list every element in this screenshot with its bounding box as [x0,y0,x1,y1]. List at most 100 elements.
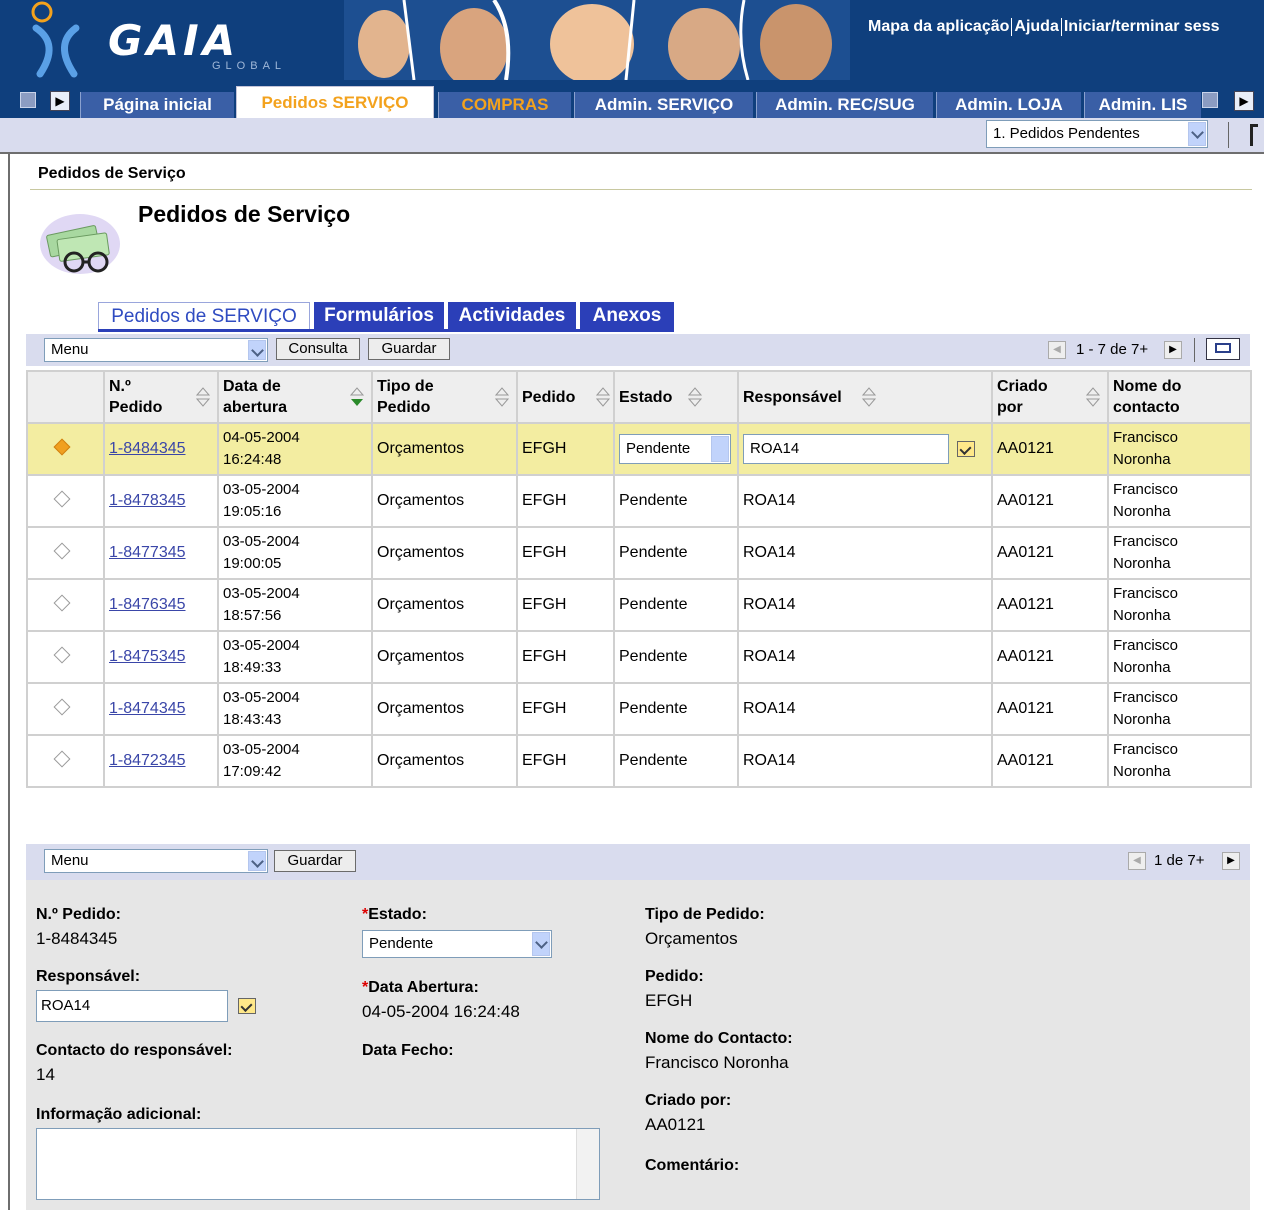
chevron-down-icon [248,851,266,871]
pick-responsible-icon[interactable] [957,441,975,457]
col-selector [26,370,105,424]
col-header-order[interactable]: Pedido [516,370,615,424]
tab-admin-store[interactable]: Admin. LOJA [936,92,1081,118]
subtab-attachments[interactable]: Anexos [580,302,674,330]
order-link[interactable]: 1-8476345 [109,596,186,613]
tab-admin-service[interactable]: Admin. SERVIÇO [574,92,753,118]
login-logout-link[interactable]: Iniciar/terminar sess [1064,18,1220,35]
table-row[interactable]: 1-8478345 03-05-2004 19:05:16 Orçamentos … [26,474,1252,528]
col-header-status[interactable]: Estado [613,370,739,424]
responsible: ROA14 [737,682,993,736]
app-header: GAIA GLOBAL Mapa da aplicação Ajuda Inicia… [0,0,1264,88]
list-menu-select[interactable]: Menu [44,338,268,362]
additional-info-textarea[interactable] [36,1128,600,1200]
help-link[interactable]: Ajuda [1014,18,1058,35]
status-select[interactable]: Pendente [619,434,731,464]
order-link[interactable]: 1-8477345 [109,544,186,561]
order-link[interactable]: 1-8472345 [109,752,186,769]
created-by: AA0121 [991,526,1109,580]
top-links: Mapa da aplicação Ajuda Iniciar/terminar s… [868,18,1219,36]
logo-swirl-icon [31,1,80,78]
toolbar-edge-icon[interactable] [1250,124,1258,146]
open-time: 18:57:56 [223,607,282,624]
form-menu-value: Menu [51,852,89,869]
table-row-selected[interactable]: 1-8484345 04-05-2004 16:24:48 Orçamentos … [26,422,1252,476]
subtab-forms[interactable]: Formulários [314,302,444,330]
pick-responsible-icon[interactable] [238,998,256,1014]
order-type-label: Tipo de Pedido: [645,906,765,923]
prev-record-icon[interactable]: ◀ [1128,852,1146,870]
tab-service-orders[interactable]: Pedidos SERVIÇO [236,86,434,119]
service-orders-icon [40,214,120,274]
contact-first-name: Francisco [1113,481,1179,498]
tab-scroll-right-button[interactable]: ▶ [50,91,70,111]
sort-icon[interactable] [861,386,877,408]
table-row[interactable]: 1-8476345 03-05-2004 18:57:56 Orçamentos … [26,578,1252,632]
created-by: AA0121 [991,578,1109,632]
created-by: AA0121 [991,734,1109,788]
tab-purchases[interactable]: COMPRAS [438,92,571,118]
contact-first-name: Francisco [1113,533,1179,550]
chevron-down-icon [248,340,266,360]
order-link[interactable]: 1-8475345 [109,648,186,665]
table-row[interactable]: 1-8475345 03-05-2004 18:49:33 Orçamentos … [26,630,1252,684]
created-by-label: Criado por: [645,1092,732,1109]
divider [1228,122,1229,148]
order-link[interactable]: 1-8484345 [109,440,186,457]
sort-icon[interactable] [687,386,703,408]
sort-icon[interactable] [195,386,211,408]
row-marker-icon [53,490,71,508]
open-time: 18:43:43 [223,711,282,728]
tab-admin-rec-sug[interactable]: Admin. REC/SUG [756,92,933,118]
row-marker-icon [53,698,71,716]
tab-home[interactable]: Página inicial [80,92,234,118]
status: Pendente [613,526,739,580]
query-button[interactable]: Consulta [276,338,360,360]
order-type: Orçamentos [371,474,518,528]
view-select[interactable]: 1. Pedidos Pendentes [986,120,1208,148]
table-row[interactable]: 1-8477345 03-05-2004 19:00:05 Orçamentos … [26,526,1252,580]
subtab-activities[interactable]: Actividades [448,302,576,330]
col-header-contact-name[interactable]: Nome do contacto [1107,370,1252,424]
tab-admin-lis[interactable]: Admin. LIS [1084,92,1201,118]
col-header-order-type[interactable]: Tipo de Pedido [371,370,518,424]
order-number-value: 1-8484345 [36,929,118,948]
col-header-created-by[interactable]: Criado por [991,370,1109,424]
form-save-button[interactable]: Guardar [274,850,356,872]
header-photos-image [344,0,850,80]
sort-icon[interactable] [595,386,611,408]
export-icon[interactable] [1206,338,1240,360]
tab-scroll-square [20,92,36,108]
sort-desc-icon[interactable] [349,386,365,408]
next-record-icon[interactable]: ▶ [1222,852,1240,870]
page-title: Pedidos de Serviço [138,201,351,227]
contact-first-name: Francisco [1113,689,1179,706]
textarea-scrollbar[interactable] [576,1129,599,1199]
order-link[interactable]: 1-8478345 [109,492,186,509]
table-row[interactable]: 1-8474345 03-05-2004 18:43:43 Orçamentos … [26,682,1252,736]
service-orders-table: N.º Pedido Data de abertura Tipo de Pedido … [26,370,1252,788]
responsible: ROA14 [737,734,993,788]
sort-icon[interactable] [494,386,510,408]
prev-page-icon[interactable]: ◀ [1048,341,1066,359]
breadcrumb-divider [30,189,1252,190]
save-button[interactable]: Guardar [368,338,450,360]
subtab-service-orders[interactable]: Pedidos de SERVIÇO [98,302,310,330]
status-select-form[interactable]: Pendente [362,930,552,958]
next-page-icon[interactable]: ▶ [1164,341,1182,359]
col-header-responsible[interactable]: Responsável [737,370,993,424]
responsible-contact-label: Contacto do responsável: [36,1042,233,1059]
order-link[interactable]: 1-8474345 [109,700,186,717]
sort-icon[interactable] [1085,386,1101,408]
view-select-value: 1. Pedidos Pendentes [993,125,1140,142]
tab-scroll-right-end-button[interactable]: ▶ [1234,91,1254,111]
col-header-number[interactable]: N.º Pedido [103,370,219,424]
table-row[interactable]: 1-8472345 03-05-2004 17:09:42 Orçamentos … [26,734,1252,788]
responsible-field[interactable]: ROA14 [36,990,228,1022]
responsible-input[interactable]: ROA14 [743,434,949,464]
col-header-open-date[interactable]: Data de abertura [217,370,373,424]
contact-first-name: Francisco [1113,585,1179,602]
form-menu-select[interactable]: Menu [44,849,268,873]
app-map-link[interactable]: Mapa da aplicação [868,18,1009,35]
order-number-label: N.º Pedido: [36,906,121,923]
